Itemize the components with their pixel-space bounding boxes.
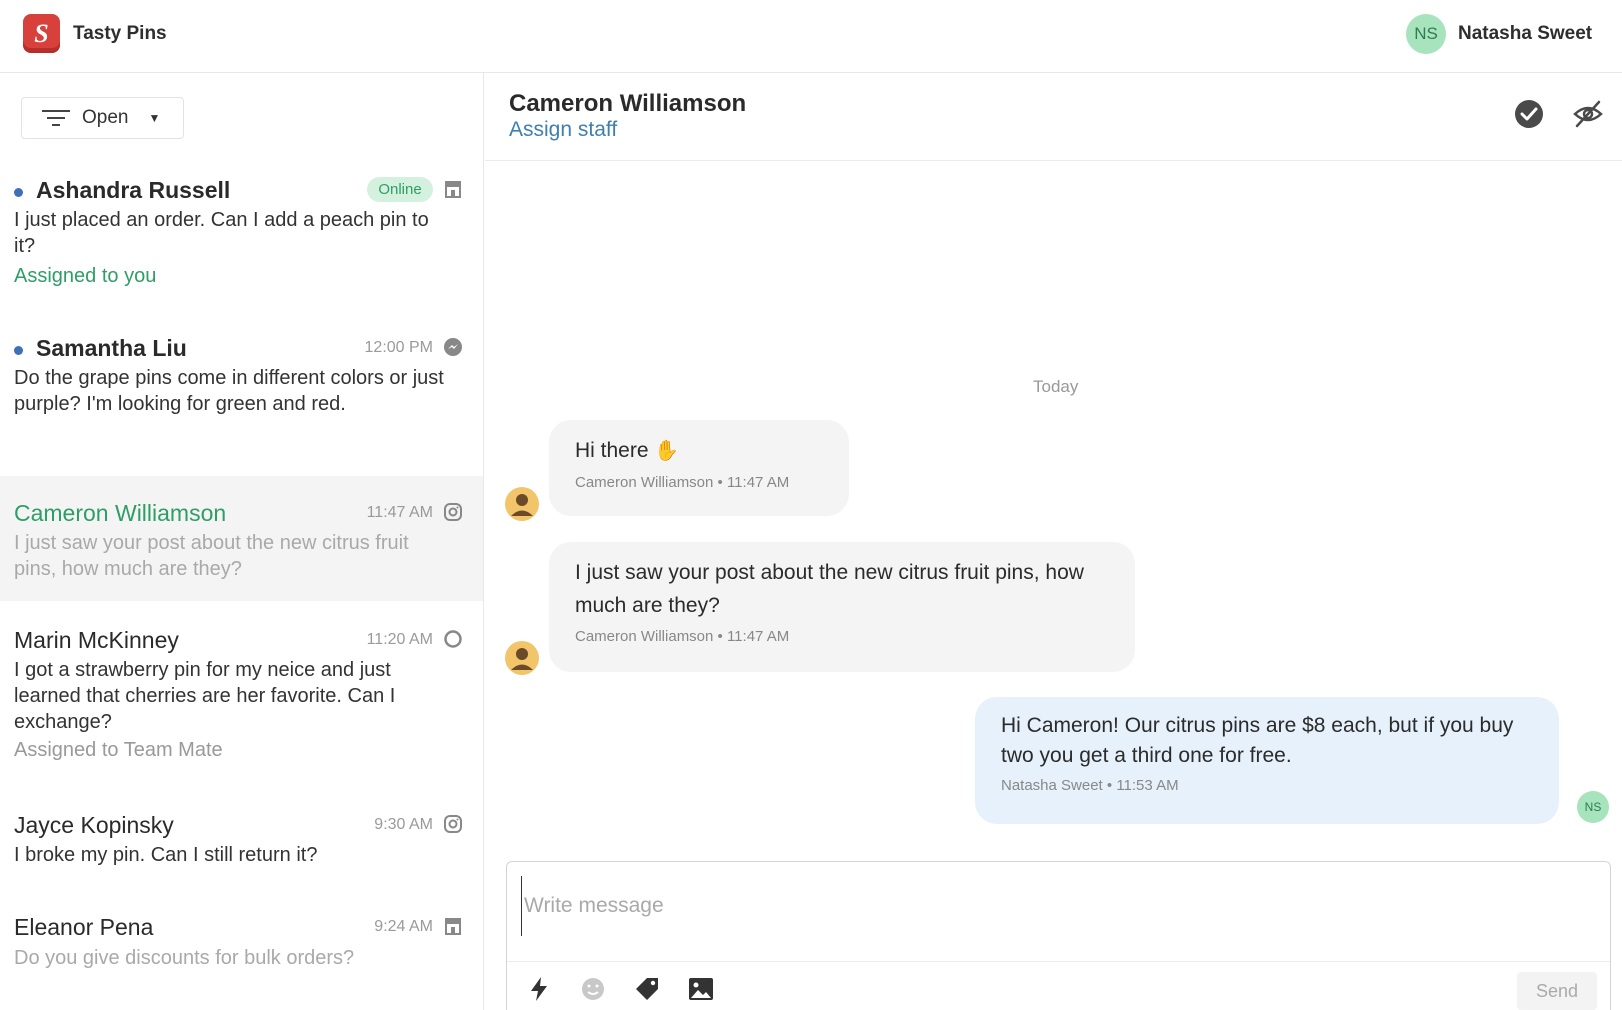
conversation-item[interactable]: Ashandra Russell Online I just placed an…: [0, 169, 483, 309]
conversation-time: 11:20 AM: [366, 631, 433, 648]
assignment-label: Assigned to Team Mate: [14, 739, 223, 761]
hide-eye-icon[interactable]: [1572, 98, 1604, 130]
message-meta: Natasha Sweet • 11:53 AM: [1001, 777, 1179, 794]
conversation-name: Jayce Kopinsky: [14, 812, 174, 838]
store-icon: [445, 181, 461, 198]
lightning-icon[interactable]: [525, 975, 553, 1003]
conversation-time: 11:47 AM: [366, 504, 433, 521]
message-text: I just saw your post about the new citru…: [575, 561, 1084, 617]
customer-avatar-icon: [505, 487, 539, 521]
conversation-name: Cameron Williamson: [14, 500, 227, 526]
customer-message-bubble: I just saw your post about the new citru…: [549, 542, 1135, 672]
unread-dot: [14, 188, 23, 197]
conversation-list-panel: Open ▼ Ashandra Russell Online I just pl…: [0, 73, 484, 1010]
conversation-name: Ashandra Russell: [36, 177, 231, 203]
conversation-snippet: Do you give discounts for bulk orders?: [14, 947, 355, 969]
conversation-item-active[interactable]: Cameron Williamson 11:47 AM I just saw y…: [0, 476, 483, 601]
agent-avatar: NS: [1577, 791, 1609, 823]
conversation-snippet: Do the grape pins come in different colo…: [14, 367, 444, 415]
user-name[interactable]: Natasha Sweet: [1458, 23, 1592, 45]
conversation-name: Marin McKinney: [14, 627, 179, 653]
conversation-item[interactable]: Samantha Liu 12:00 PM Do the grape pins …: [0, 327, 483, 457]
instagram-icon: [444, 815, 462, 833]
filter-icon: [42, 110, 70, 126]
emoji-icon[interactable]: [579, 975, 607, 1003]
conversation-item[interactable]: Eleanor Pena 9:24 AM Do you give discoun…: [0, 902, 483, 982]
chat-header: Cameron Williamson Assign staff: [485, 73, 1622, 161]
brand-name: Tasty Pins: [73, 23, 167, 44]
image-icon[interactable]: [687, 975, 715, 1003]
whatsapp-icon: [444, 630, 462, 648]
top-bar: S Tasty Pins NS Natasha Sweet: [0, 0, 1622, 73]
online-badge: Online: [367, 177, 433, 202]
message-text: Hi there: [575, 439, 649, 462]
user-avatar[interactable]: NS: [1406, 14, 1446, 54]
conversation-snippet: I got a strawberry pin for my neice and …: [14, 659, 396, 733]
conversation-snippet: I just placed an order. Can I add a peac…: [14, 209, 429, 257]
store-icon: [445, 918, 461, 935]
chat-title: Cameron Williamson: [509, 90, 747, 117]
agent-message-bubble: Hi Cameron! Our citrus pins are $8 each,…: [975, 697, 1559, 824]
messenger-icon: [444, 338, 462, 356]
conversation-time: 12:00 PM: [364, 339, 433, 356]
instagram-icon: [444, 503, 462, 521]
send-button[interactable]: Send: [1517, 972, 1597, 1010]
brand-logo[interactable]: S: [23, 14, 60, 53]
conversation-name: Eleanor Pena: [14, 914, 154, 940]
conversation-item[interactable]: Jayce Kopinsky 9:30 AM I broke my pin. C…: [0, 800, 483, 880]
conversation-snippet: I broke my pin. Can I still return it?: [14, 844, 318, 866]
tag-icon[interactable]: [633, 975, 661, 1003]
assignment-label: Assigned to you: [14, 265, 157, 287]
conversation-snippet: I just saw your post about the new citru…: [14, 532, 409, 580]
resolve-check-icon[interactable]: [1513, 98, 1545, 130]
message-meta: Cameron Williamson • 11:47 AM: [575, 628, 790, 645]
conversation-item[interactable]: Marin McKinney 11:20 AM I got a strawber…: [0, 614, 483, 764]
composer-divider: [507, 961, 1610, 962]
message-input[interactable]: [521, 876, 1591, 936]
status-filter-dropdown[interactable]: Open ▼: [21, 97, 184, 139]
conversation-time: 9:30 AM: [374, 816, 433, 833]
filter-label: Open: [82, 107, 129, 128]
customer-message-bubble: Hi there ✋ Cameron Williamson • 11:47 AM: [549, 420, 849, 516]
day-separator: Today: [1033, 377, 1079, 396]
message-text: Hi Cameron! Our citrus pins are $8 each,…: [1001, 714, 1514, 767]
unread-dot: [14, 346, 23, 355]
assign-staff-link[interactable]: Assign staff: [509, 118, 617, 142]
customer-avatar-icon: [505, 641, 539, 675]
caret-down-icon: ▼: [148, 111, 161, 125]
message-meta: Cameron Williamson • 11:47 AM: [575, 474, 790, 491]
conversation-time: 9:24 AM: [374, 918, 433, 935]
conversation-name: Samantha Liu: [36, 335, 187, 361]
message-composer: Send: [506, 861, 1611, 1010]
waving-hand-icon: ✋: [654, 440, 680, 462]
